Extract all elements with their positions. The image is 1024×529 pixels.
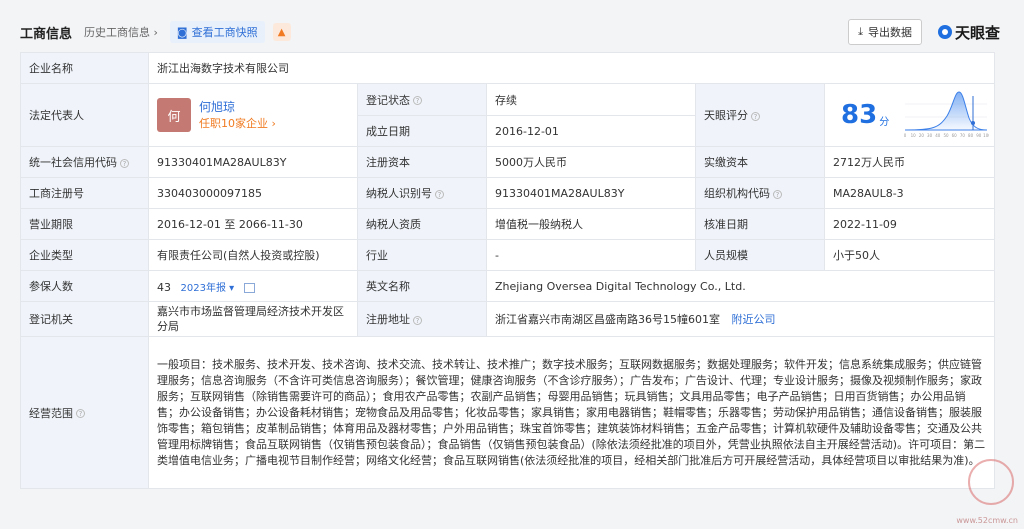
help-icon[interactable]: ?: [773, 189, 782, 199]
business-info-table: 企业名称 浙江出海数字技术有限公司 法定代表人 何 何旭琼 任职10家企业 › …: [20, 52, 996, 489]
section-title: 工商信息: [20, 26, 73, 42]
help-icon[interactable]: ?: [413, 96, 422, 105]
est-date-value: 2016-12-01: [486, 115, 696, 147]
download-icon: ⤓: [858, 25, 863, 38]
camera-icon: ◙: [176, 25, 188, 39]
tianyancha-logo: 天眼查: [937, 22, 1000, 43]
industry-label: 行业: [357, 239, 487, 271]
rating-axis-tick: 100: [983, 133, 989, 138]
rating-label: 天眼评分?: [695, 83, 825, 147]
rating-axis-tick: 50: [944, 133, 950, 138]
snapshot-button[interactable]: ◙ 查看工商快照: [169, 21, 265, 43]
rating-axis-tick: 80: [968, 133, 974, 138]
rating-axis-tick: 20: [919, 133, 925, 138]
biz-reg-no-value: 330403000097185: [148, 177, 358, 209]
biz-term-value: 2016-12-01 至 2066-11-30: [148, 208, 358, 240]
export-button[interactable]: ⤓ 导出数据: [848, 19, 922, 45]
biz-reg-no-label: 工商注册号: [20, 177, 149, 209]
rating-axis-tick: 40: [935, 133, 941, 138]
industry-value: -: [486, 239, 696, 271]
scope-label: 经营范围?: [20, 336, 149, 489]
help-icon[interactable]: ?: [751, 111, 760, 121]
biz-term-label: 营业期限: [20, 208, 149, 240]
watermark-seal: [968, 459, 1014, 505]
company-type-value: 有限责任公司(自然人投资或控股): [148, 239, 358, 271]
history-link[interactable]: 历史工商信息 ›: [84, 24, 158, 40]
section-header: 工商信息 历史工商信息 › ◙ 查看工商快照 ▲ ⤓ 导出数据 天眼查: [20, 18, 1000, 46]
reg-authority-value: 嘉兴市市场监督管理局经济技术开发区分局: [148, 301, 358, 337]
rating-axis-tick: 30: [927, 133, 933, 138]
reg-status-value: 存续: [486, 83, 696, 116]
insured-label: 参保人数: [20, 270, 149, 302]
rating-cell[interactable]: 83 分 0 102030405060708090100: [823, 83, 996, 147]
reg-status-label: 登记状态?: [357, 83, 487, 116]
scope-value: 一般项目：技术服务、技术开发、技术咨询、技术交流、技术转让、技术推广；数字技术服…: [147, 336, 996, 489]
legal-rep-label: 法定代表人: [20, 83, 149, 147]
staff-size-label: 人员规模: [695, 239, 825, 271]
nearby-companies-link[interactable]: 附近公司: [732, 313, 776, 326]
bell-icon[interactable]: ▲: [272, 23, 291, 41]
annual-report-dropdown[interactable]: 2023年报 ▾: [181, 283, 235, 294]
legal-rep-positions-link[interactable]: 任职10家企业 ›: [199, 116, 276, 132]
watermark-url: www.52cmw.cn: [956, 516, 1018, 525]
help-icon[interactable]: ?: [76, 409, 85, 418]
help-icon[interactable]: ?: [413, 315, 422, 325]
reg-address-label: 注册地址?: [357, 301, 487, 337]
insured-count: 43: [157, 280, 171, 294]
english-name-value: Zhejiang Oversea Digital Technology Co.,…: [485, 270, 996, 302]
paid-capital-label: 实缴资本: [695, 146, 825, 178]
help-icon[interactable]: ?: [435, 189, 444, 199]
company-name-label: 企业名称: [20, 52, 149, 84]
credit-code-value: 91330401MA28AUL83Y: [148, 146, 358, 178]
legal-rep-name[interactable]: 何旭琼: [199, 99, 276, 116]
est-date-label: 成立日期: [357, 115, 487, 147]
reg-authority-label: 登记机关: [20, 301, 149, 337]
company-type-label: 企业类型: [20, 239, 149, 271]
rating-score: 83: [841, 100, 878, 130]
org-code-value: MA28AUL8-3: [823, 177, 996, 209]
insured-value-cell: 43 2023年报 ▾: [148, 270, 358, 302]
reg-capital-value: 5000万人民币: [486, 146, 696, 178]
org-code-label: 组织机构代码?: [695, 177, 825, 209]
rating-axis-tick: 60: [952, 133, 958, 138]
credit-code-label: 统一社会信用代码?: [20, 146, 149, 178]
rating-unit: 分: [879, 116, 890, 128]
help-icon[interactable]: ?: [120, 158, 129, 168]
company-name-value: 浙江出海数字技术有限公司: [147, 52, 996, 84]
reg-address-value: 浙江省嘉兴市南湖区昌盛南路36号15幢601室: [495, 313, 720, 326]
rating-distribution-chart: 0 102030405060708090100: [904, 91, 989, 138]
paid-capital-value: 2712万人民币: [823, 146, 996, 178]
legal-rep-cell: 何 何旭琼 任职10家企业 ›: [148, 83, 358, 147]
taxpayer-id-label: 纳税人识别号?: [357, 177, 487, 209]
rating-axis-tick: 90: [976, 133, 982, 138]
trend-chart-icon[interactable]: [243, 282, 255, 293]
avatar[interactable]: 何: [157, 98, 191, 132]
approval-date-label: 核准日期: [695, 208, 825, 240]
taxpayer-qual-label: 纳税人资质: [357, 208, 487, 240]
logo-icon: [937, 25, 952, 39]
approval-date-value: 2022-11-09: [823, 208, 996, 240]
reg-address-cell: 浙江省嘉兴市南湖区昌盛南路36号15幢601室 附近公司: [485, 301, 996, 337]
rating-axis-tick: 70: [960, 133, 966, 138]
rating-axis-tick: 10: [911, 133, 917, 138]
taxpayer-qual-value: 增值税一般纳税人: [486, 208, 696, 240]
english-name-label: 英文名称: [357, 270, 487, 302]
taxpayer-id-value: 91330401MA28AUL83Y: [486, 177, 696, 209]
reg-capital-label: 注册资本: [357, 146, 487, 178]
rating-axis-tick: 0: [904, 133, 907, 138]
staff-size-value: 小于50人: [823, 239, 996, 271]
